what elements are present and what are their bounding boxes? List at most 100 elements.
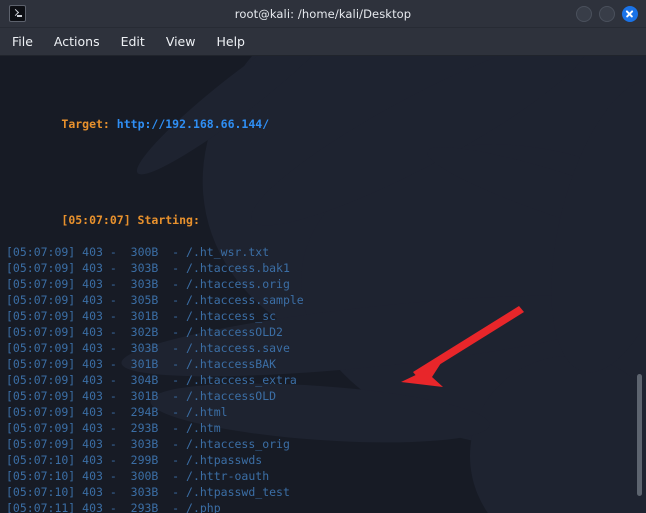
result-size: 293B - — [123, 421, 187, 435]
result-path: /.htpasswd_test — [186, 485, 290, 499]
result-status: 403 - — [75, 309, 124, 323]
scan-result-row: [05:07:09] 403 - 301B - /.htaccessBAK — [6, 356, 646, 372]
result-timestamp: [05:07:09] — [6, 389, 76, 403]
result-status: 403 - — [75, 373, 124, 387]
close-icon[interactable] — [622, 5, 638, 22]
scan-result-row: [05:07:09] 403 - 294B - /.html — [6, 404, 646, 420]
window-controls — [576, 5, 638, 22]
result-timestamp: [05:07:09] — [6, 293, 76, 307]
menu-item-actions[interactable]: Actions — [54, 34, 100, 49]
scan-result-row: [05:07:09] 403 - 305B - /.htaccess.sampl… — [6, 292, 646, 308]
result-status: 403 - — [75, 293, 124, 307]
result-size: 299B - — [123, 453, 187, 467]
terminal-text: Target: http://192.168.66.144/ [05:07:07… — [0, 56, 646, 513]
scan-result-row: [05:07:10] 403 - 300B - /.httr-oauth — [6, 468, 646, 484]
target-url[interactable]: http://192.168.66.144/ — [117, 117, 269, 131]
terminal-icon — [9, 5, 26, 22]
starting-label: [05:07:07] Starting: — [61, 213, 200, 227]
result-timestamp: [05:07:09] — [6, 421, 76, 435]
scan-result-row: [05:07:09] 403 - 301B - /.htaccess_sc — [6, 308, 646, 324]
scan-result-row: [05:07:09] 403 - 303B - /.htaccess.orig — [6, 276, 646, 292]
result-timestamp: [05:07:09] — [6, 405, 76, 419]
result-size: 293B - — [123, 501, 187, 513]
result-timestamp: [05:07:09] — [6, 325, 76, 339]
result-path: /.htaccess_extra — [186, 373, 297, 387]
result-path: /.html — [186, 405, 228, 419]
scan-result-row: [05:07:10] 403 - 303B - /.htpasswd_test — [6, 484, 646, 500]
terminal-output-area[interactable]: Target: http://192.168.66.144/ [05:07:07… — [0, 56, 646, 513]
result-timestamp: [05:07:10] — [6, 469, 76, 483]
minimize-button[interactable] — [576, 5, 592, 22]
scan-result-row: [05:07:09] 403 - 303B - /.htaccess.save — [6, 340, 646, 356]
result-size: 305B - — [123, 293, 187, 307]
result-timestamp: [05:07:09] — [6, 437, 76, 451]
target-label: Target: — [61, 117, 110, 131]
result-status: 403 - — [75, 261, 124, 275]
scan-result-row: [05:07:09] 403 - 300B - /.ht_wsr.txt — [6, 244, 646, 260]
result-path: /.htaccessOLD — [186, 389, 277, 403]
menu-item-edit[interactable]: Edit — [121, 34, 145, 49]
menu-item-file[interactable]: File — [12, 34, 33, 49]
result-path: /.httr-oauth — [186, 469, 270, 483]
result-status: 403 - — [75, 325, 124, 339]
target-line: Target: http://192.168.66.144/ — [6, 100, 646, 131]
result-path: /.htpasswds — [186, 453, 263, 467]
result-timestamp: [05:07:09] — [6, 341, 76, 355]
result-status: 403 - — [75, 421, 124, 435]
result-path: /.htaccess.orig — [186, 277, 290, 291]
result-status: 403 - — [75, 277, 124, 291]
result-status: 403 - — [75, 437, 124, 451]
result-path: /.htaccess_orig — [186, 437, 290, 451]
result-status: 403 - — [75, 405, 124, 419]
result-size: 301B - — [123, 309, 187, 323]
result-size: 301B - — [123, 357, 187, 371]
result-status: 403 - — [75, 357, 124, 371]
result-status: 403 - — [75, 453, 124, 467]
result-path: /.htaccessOLD2 — [186, 325, 283, 339]
result-size: 302B - — [123, 325, 187, 339]
scan-result-row: [05:07:09] 403 - 303B - /.htaccess_orig — [6, 436, 646, 452]
result-status: 403 - — [75, 469, 124, 483]
scan-result-row: [05:07:11] 403 - 293B - /.php — [6, 500, 646, 513]
result-timestamp: [05:07:10] — [6, 485, 76, 499]
result-timestamp: [05:07:11] — [6, 501, 76, 513]
window-titlebar[interactable]: root@kali: /home/kali/Desktop — [0, 0, 646, 28]
scan-result-row: [05:07:09] 403 - 302B - /.htaccessOLD2 — [6, 324, 646, 340]
menu-item-view[interactable]: View — [166, 34, 196, 49]
result-timestamp: [05:07:09] — [6, 245, 76, 259]
result-size: 303B - — [123, 261, 187, 275]
result-rows: [05:07:09] 403 - 300B - /.ht_wsr.txt [05:… — [6, 244, 646, 513]
result-path: /.php — [186, 501, 221, 513]
result-size: 301B - — [123, 389, 187, 403]
scrollbar[interactable] — [633, 56, 646, 513]
menubar: File Actions Edit View Help — [0, 28, 646, 56]
scan-result-row: [05:07:10] 403 - 299B - /.htpasswds — [6, 452, 646, 468]
result-path: /.htm — [186, 421, 221, 435]
result-path: /.htaccess.bak1 — [186, 261, 290, 275]
starting-line: [05:07:07] Starting: — [6, 196, 646, 227]
result-path: /.htaccess.save — [186, 341, 290, 355]
result-timestamp: [05:07:09] — [6, 373, 76, 387]
result-timestamp: [05:07:09] — [6, 357, 76, 371]
result-status: 403 - — [75, 389, 124, 403]
scan-result-row: [05:07:09] 403 - 303B - /.htaccess.bak1 — [6, 260, 646, 276]
result-status: 403 - — [75, 341, 124, 355]
result-status: 403 - — [75, 501, 124, 513]
result-timestamp: [05:07:09] — [6, 261, 76, 275]
result-path: /.ht_wsr.txt — [186, 245, 270, 259]
result-size: 300B - — [123, 245, 187, 259]
scan-result-row: [05:07:09] 403 - 293B - /.htm — [6, 420, 646, 436]
result-size: 303B - — [123, 485, 187, 499]
result-size: 300B - — [123, 469, 187, 483]
scan-result-row: [05:07:09] 403 - 301B - /.htaccessOLD — [6, 388, 646, 404]
menu-item-help[interactable]: Help — [216, 34, 245, 49]
result-timestamp: [05:07:10] — [6, 453, 76, 467]
scrollbar-thumb[interactable] — [637, 374, 642, 496]
result-timestamp: [05:07:09] — [6, 309, 76, 323]
result-status: 403 - — [75, 245, 124, 259]
result-path: /.htaccessBAK — [186, 357, 277, 371]
window-title: root@kali: /home/kali/Desktop — [234, 6, 412, 21]
result-size: 303B - — [123, 437, 187, 451]
maximize-button[interactable] — [599, 5, 615, 22]
